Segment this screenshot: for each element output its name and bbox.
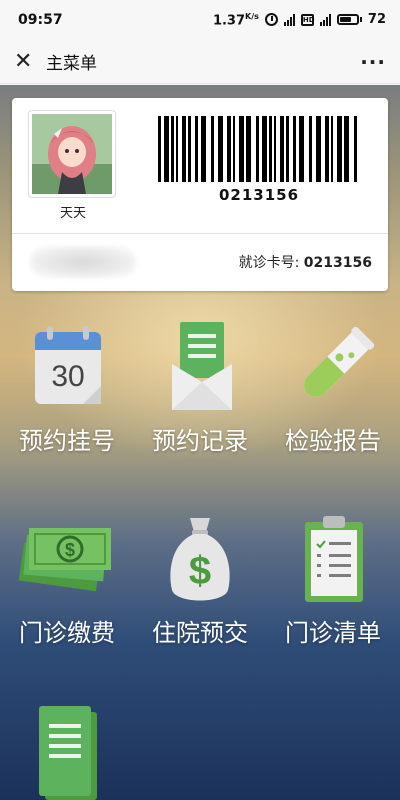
menu-lab-reports[interactable]: 检验报告 bbox=[266, 318, 400, 456]
title-bar: ✕ 主菜单 ··· bbox=[0, 40, 400, 84]
avatar[interactable] bbox=[28, 110, 116, 198]
card-number-row: 就诊卡号: 0213156 bbox=[239, 252, 372, 272]
svg-text:$: $ bbox=[65, 540, 75, 560]
card-number-label: 就诊卡号: bbox=[238, 255, 300, 271]
blurred-patient-name bbox=[30, 246, 136, 278]
calendar-day-number: 30 bbox=[51, 360, 84, 393]
battery-level: 72 bbox=[367, 12, 386, 28]
clipboard-icon bbox=[283, 510, 383, 610]
network-speed: 1.37K/s bbox=[212, 11, 259, 29]
barcode-number: 0213156 bbox=[218, 186, 300, 204]
more-icon[interactable]: ··· bbox=[360, 50, 386, 74]
menu-label: 门诊缴费 bbox=[19, 619, 115, 647]
alarm-icon bbox=[264, 13, 278, 27]
close-icon[interactable]: ✕ bbox=[14, 50, 40, 73]
menu-outpatient-list[interactable]: 门诊清单 bbox=[266, 510, 400, 648]
menu-label: 检验报告 bbox=[285, 427, 381, 455]
test-tube-icon bbox=[283, 318, 383, 418]
patient-card[interactable]: 天天 0213156 就诊卡号: 0213156 bbox=[12, 98, 388, 291]
hd-icon: HD bbox=[300, 13, 315, 26]
menu-label: 住院预交 bbox=[152, 619, 248, 647]
card-number-value: 0213156 bbox=[303, 255, 372, 271]
menu-appointment-records[interactable]: 预约记录 bbox=[133, 318, 267, 456]
barcode-bar bbox=[354, 116, 357, 182]
menu-inpatient-deposit[interactable]: $ 住院预交 bbox=[133, 510, 267, 648]
document-icon bbox=[17, 700, 117, 800]
divider bbox=[12, 233, 388, 234]
avatar-image bbox=[32, 114, 112, 194]
menu-label: 预约记录 bbox=[152, 427, 248, 455]
status-right: 1.37K/s HD 72 bbox=[213, 12, 386, 28]
calendar-icon: 30 bbox=[17, 318, 117, 418]
battery-icon bbox=[336, 14, 362, 26]
barcode bbox=[158, 116, 360, 182]
svg-text:$: $ bbox=[189, 549, 211, 593]
status-time: 09:57 bbox=[18, 12, 63, 28]
money-bag-icon: $ bbox=[150, 510, 250, 610]
menu-appointment-register[interactable]: 30 预约挂号 bbox=[0, 318, 134, 456]
avatar-name: 天天 bbox=[59, 206, 86, 221]
status-bar: 09:57 1.37K/s HD 72 bbox=[0, 0, 400, 40]
signal-icon-2 bbox=[319, 13, 331, 26]
signal-icon bbox=[283, 13, 295, 26]
menu-outpatient-payment[interactable]: $ 门诊缴费 bbox=[0, 510, 134, 648]
menu-label: 预约挂号 bbox=[19, 427, 115, 455]
page-title: 主菜单 bbox=[46, 54, 97, 74]
menu-label: 门诊清单 bbox=[285, 619, 381, 647]
menu-documents[interactable] bbox=[0, 700, 134, 800]
cash-icon: $ bbox=[17, 510, 117, 610]
envelope-icon bbox=[150, 318, 250, 418]
